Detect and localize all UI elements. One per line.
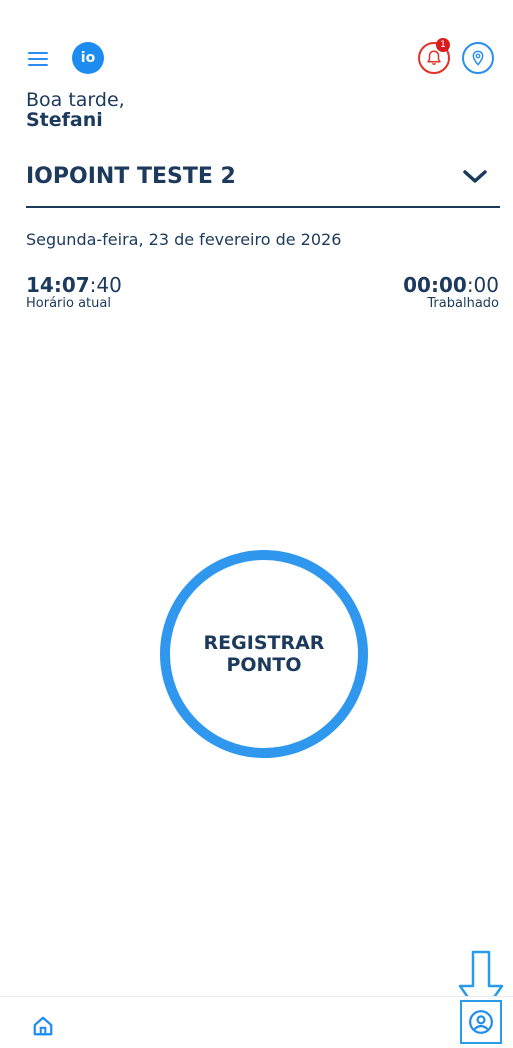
location-button[interactable] (462, 42, 494, 74)
worked-time-hm: 00:00 (403, 273, 467, 297)
bottom-navigation (0, 996, 513, 1048)
worked-time-seconds: :00 (466, 273, 499, 297)
worked-time-label: Trabalhado (427, 296, 499, 311)
greeting-text: Boa tarde, (26, 89, 125, 111)
register-punch-button[interactable]: REGISTRAR PONTO (160, 550, 368, 758)
user-circle-icon (469, 1010, 493, 1034)
current-time-block: 14:07:40 Horário atual (26, 274, 122, 312)
user-name: Stefani (26, 109, 103, 131)
top-bar: io 1 (0, 0, 513, 90)
notification-badge: 1 (436, 38, 450, 52)
register-button-line2: PONTO (226, 654, 302, 676)
company-selector[interactable]: IOPOINT TESTE 2 (26, 162, 500, 208)
home-icon[interactable] (32, 1015, 54, 1037)
chevron-down-icon[interactable] (462, 168, 488, 186)
profile-nav-button[interactable] (460, 1000, 502, 1044)
greeting: Boa tarde, Stefani (26, 90, 125, 130)
hamburger-menu-icon[interactable] (28, 52, 48, 66)
app-logo: io (72, 42, 104, 74)
current-date: Segunda-feira, 23 de fevereiro de 2026 (26, 230, 342, 249)
current-time-label: Horário atual (26, 296, 111, 311)
worked-time-block: 00:00:00 Trabalhado (403, 274, 499, 312)
company-name: IOPOINT TESTE 2 (26, 164, 236, 189)
current-time: 14:07:40 (26, 274, 122, 296)
app-screen: io 1 Boa tarde, Stefani IOPOINT TESTE 2 … (0, 0, 513, 1048)
worked-time: 00:00:00 (403, 274, 499, 296)
map-pin-icon (472, 50, 484, 66)
current-time-hm: 14:07 (26, 273, 90, 297)
register-button-line1: REGISTRAR (203, 632, 325, 654)
current-time-seconds: :40 (89, 273, 122, 297)
